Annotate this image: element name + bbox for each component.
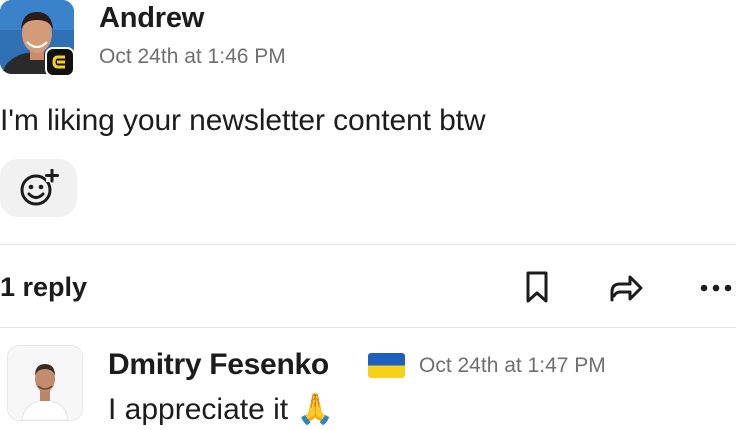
user-photo-icon — [8, 346, 82, 420]
folded-hands-emoji: 🙏 — [296, 392, 334, 427]
divider — [0, 327, 736, 328]
reply-timestamp[interactable]: Oct 24th at 1:47 PM — [419, 354, 606, 378]
add-reaction-button[interactable] — [0, 159, 77, 217]
bookmark-icon[interactable] — [518, 266, 556, 308]
divider — [0, 244, 736, 245]
message-author[interactable]: Andrew — [99, 2, 204, 35]
add-reaction-icon — [20, 169, 59, 206]
reply-count-link[interactable]: 1 reply — [0, 272, 87, 303]
app-badge-icon — [45, 47, 75, 77]
reply-text: I appreciate it 🙏 — [108, 392, 334, 427]
message-timestamp[interactable]: Oct 24th at 1:46 PM — [99, 45, 286, 69]
more-icon[interactable] — [696, 274, 736, 302]
reply-text-body: I appreciate it — [108, 393, 289, 426]
share-icon[interactable] — [604, 268, 648, 308]
message-text: I'm liking your newsletter content btw — [0, 104, 486, 137]
reply-author[interactable]: Dmitry Fesenko — [108, 348, 329, 382]
reply-author-avatar[interactable] — [7, 345, 83, 421]
ukraine-flag-icon — [368, 353, 405, 378]
